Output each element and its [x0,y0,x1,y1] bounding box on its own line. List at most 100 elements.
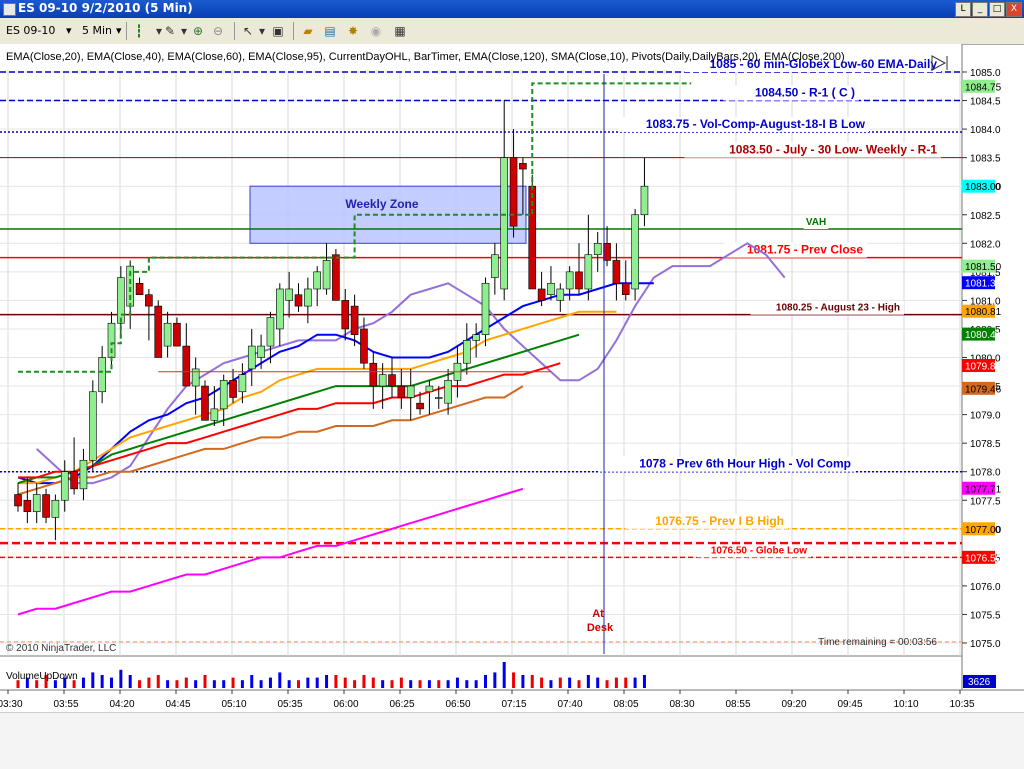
volume-bar [362,675,366,688]
volume-bar [399,677,403,688]
price-badge-label: 1077.00 [965,525,1002,536]
volume-bar [381,680,385,688]
candle-body [603,243,611,261]
pointer-dropdown-icon[interactable]: ▾ [254,23,270,39]
y-tick-label: 1077.5 [970,496,1001,507]
minimize-button[interactable]: _ [972,2,988,17]
price-badge-label: 1081.31 [965,279,1002,290]
volume-badge-value: 3626 [968,677,991,688]
level-label: 1076.75 - Prev I B High [655,514,784,528]
weekly-zone: Weekly Zone [249,185,527,244]
volume-bar [502,662,506,688]
volume-bar [371,677,375,688]
open-folder-icon[interactable]: ▰ [300,23,316,39]
volume-bar [642,675,646,688]
interval-dropdown-icon[interactable]: ▾ [116,24,122,37]
interval-selector[interactable]: 5 Min [82,24,112,37]
candle-body [322,260,331,290]
y-tick-label: 1084.0 [970,125,1001,136]
volume-bar [222,680,226,688]
data-box-icon[interactable]: ▣ [270,23,286,39]
y-tick-label: 1075.0 [970,639,1001,650]
volume-bar [259,680,263,688]
volume-bar [334,675,338,688]
level-label: 1080.25 - August 23 - High [776,303,900,314]
price-badge-label: 1080.41 [965,330,1002,341]
y-tick-label: 1075.5 [970,610,1001,621]
candle-body [481,282,490,335]
level-label: VAH [806,217,826,228]
candle-body [378,374,387,387]
zoom-in-icon[interactable]: ⊕ [190,23,206,39]
volume-bar [184,677,188,688]
volume-bar [91,672,95,688]
x-tick-label: 09:45 [837,699,862,710]
candle-body [434,397,443,399]
candle-body [631,214,639,290]
candle-body [79,459,88,490]
x-tick-label: 09:20 [781,699,806,710]
candle-body [621,282,630,295]
status-area [0,712,1024,769]
candle-body [238,374,247,393]
x-tick-label: 06:25 [389,699,414,710]
window-link-button[interactable]: L [955,2,971,17]
at-desk-annotation: Desk [587,622,614,634]
candle-body [425,385,434,393]
weekly-zone-label: Weekly Zone [345,197,418,211]
candle-body [285,288,293,301]
volume-bar [166,680,170,688]
candle-body [584,254,593,290]
volume-bar [614,677,618,688]
zoom-out-icon[interactable]: ⊖ [210,23,226,39]
x-tick-label: 04:20 [109,699,134,710]
candle-body [210,408,219,421]
window-titlebar: ES 09-10 9/2/2010 (5 Min) L _ □ X [0,0,1024,18]
volume-bar [231,677,235,688]
volume-bar [278,672,282,688]
chart-properties-icon[interactable]: ▤ [322,23,338,39]
volume-bar [156,675,160,688]
level-label: 1083.75 - Vol-Comp-August-18-I B Low [646,117,866,131]
toolbar-divider [126,22,127,40]
candle-body [98,357,106,393]
candle-body [42,494,50,518]
price-badges: 1084.75 1083.00 1081.50 1081.31 1080.81 1080.… [962,79,1002,564]
level-label: 1078 - Prev 6th Hour High - Vol Comp [639,457,851,471]
volume-bar [633,677,637,688]
candle-body [472,334,480,341]
x-tick-label: 07:15 [501,699,526,710]
candle-body [388,374,396,387]
maximize-button[interactable]: □ [989,2,1005,17]
properties-icon[interactable]: ▦ [392,23,408,39]
bar-style-icon[interactable]: ┇ [131,23,147,39]
volume-bar [81,677,85,688]
y-tick-label: 1085.0 [970,68,1001,79]
level-label: 1084.50 - R-1 ( C ) [755,86,855,100]
instrument-dropdown-icon[interactable]: ▾ [66,24,72,37]
candle-body [23,499,32,512]
price-badge-label: 1079.86 [965,361,1002,372]
volume-bar [119,669,123,688]
volume-bar [128,675,132,688]
close-button[interactable]: X [1006,2,1022,17]
volume-bar [268,677,272,688]
volume-bar [138,680,142,688]
disabled-icon[interactable]: ◉ [368,23,384,39]
volume-bar [194,680,198,688]
x-tick-label: 08:55 [725,699,750,710]
toolbar-divider [234,22,235,40]
candle-body [89,391,97,461]
x-tick-label: 04:45 [165,699,190,710]
candle-body [556,288,565,301]
candle-body [117,277,125,324]
candle-body [219,380,228,410]
time-remaining-label: Time remaining = 00:03:56 [818,637,937,648]
candle-body [462,340,471,364]
price-chart[interactable]: Weekly Zone 1085 - 60 min-Globex Low-60 … [0,44,1024,712]
volume-bar [530,675,534,688]
volume-bar [605,680,609,688]
instrument-selector[interactable]: ES 09-10 [6,24,55,37]
volume-bar [484,675,487,688]
strategy-icon[interactable]: ✸ [345,23,361,39]
